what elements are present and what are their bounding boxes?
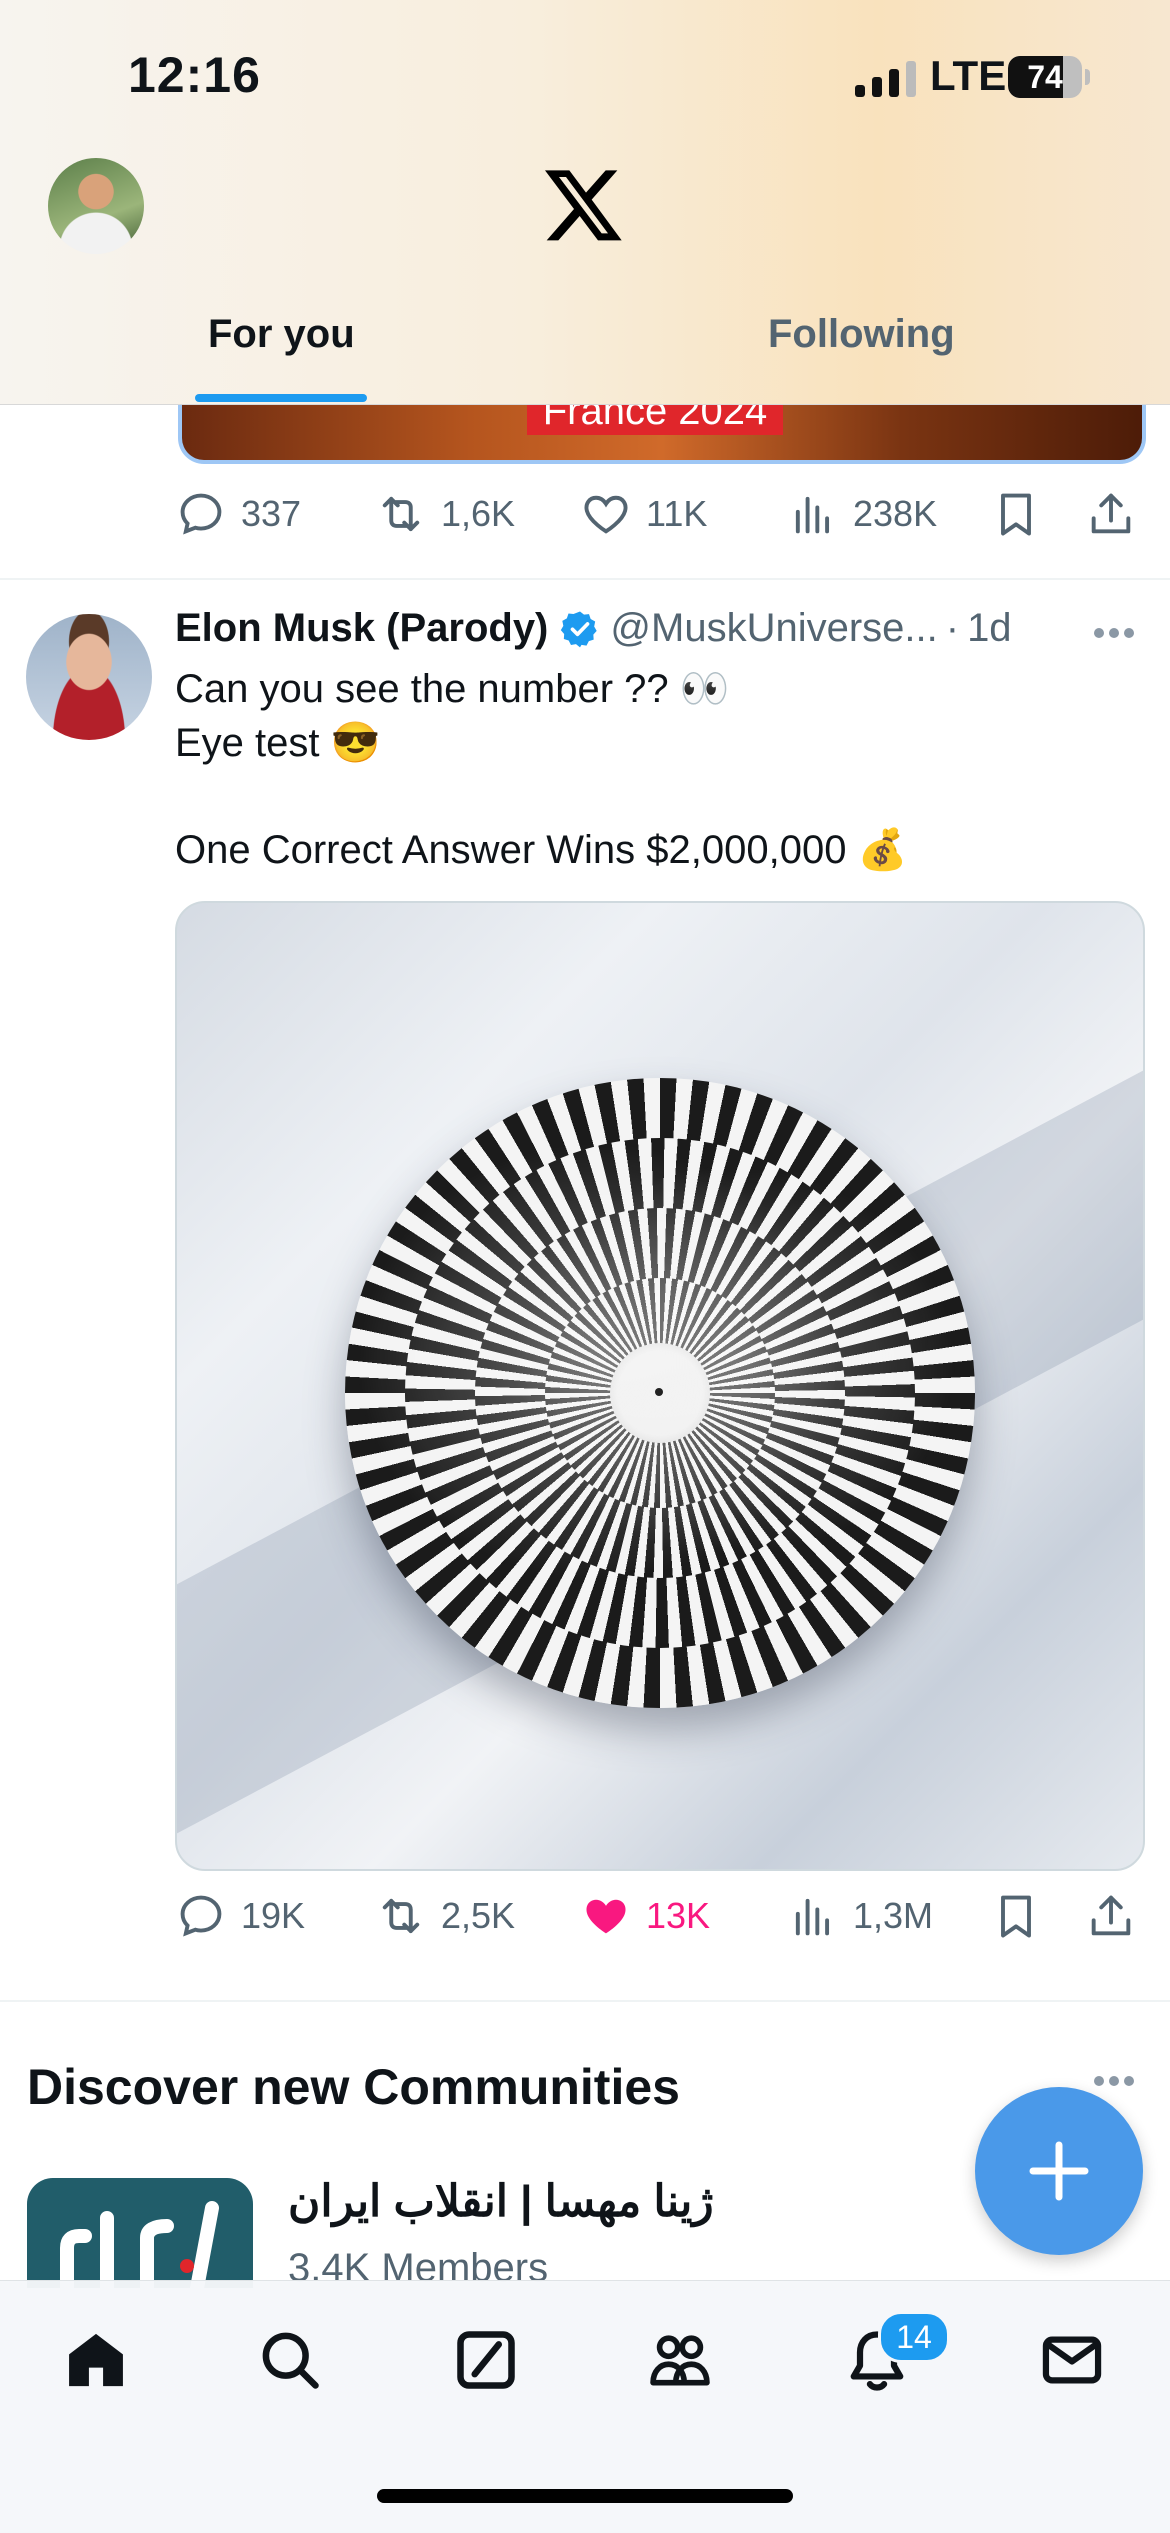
messages-icon[interactable] [1038, 2326, 1106, 2394]
reply-button[interactable]: 337 [175, 484, 301, 544]
x-logo-icon[interactable] [545, 170, 625, 244]
battery-level: 74 [1027, 59, 1063, 95]
home-icon[interactable] [62, 2326, 130, 2394]
author-handle[interactable]: @MuskUniverse... [610, 606, 937, 651]
tweet-text-line: Can you see the number ?? 👀 [175, 667, 730, 711]
reply-count: 19K [241, 1895, 306, 1936]
tweet-text-line: Eye test 😎 [175, 721, 381, 765]
home-indicator [377, 2489, 793, 2503]
tweet-actions: 19K 2,5K 13K 1,3M [175, 1886, 1140, 1946]
more-options-icon[interactable] [1092, 2074, 1136, 2088]
tweet-author-avatar[interactable] [26, 614, 152, 740]
battery-icon: 74 [1008, 56, 1090, 98]
grok-icon[interactable] [452, 2326, 520, 2394]
more-options-icon[interactable] [1092, 626, 1136, 640]
status-time: 12:16 [128, 47, 261, 103]
views-icon [795, 1898, 830, 1936]
repost-icon [382, 496, 420, 532]
repost-icon [382, 1898, 420, 1934]
optical-illusion-disc [345, 1078, 975, 1708]
profile-avatar[interactable] [48, 158, 144, 254]
media-caption: France 2024 [527, 405, 783, 435]
communities-icon[interactable] [646, 2326, 714, 2394]
reply-count: 337 [241, 493, 302, 534]
verified-badge-icon [561, 611, 598, 647]
bookmark-icon [1001, 1895, 1031, 1938]
share-button[interactable] [1085, 484, 1151, 544]
notification-badge: 14 [878, 2311, 950, 2363]
bookmark-button[interactable] [990, 484, 1056, 544]
reply-icon [180, 1895, 222, 1937]
prev-tweet-actions: 337 1,6K 11K 238K [175, 484, 1140, 544]
separator-dot: · [945, 606, 960, 650]
active-tab-indicator [195, 394, 367, 402]
plus-icon [1029, 2141, 1089, 2201]
views-button[interactable]: 238K [787, 484, 937, 544]
repost-button[interactable]: 1,6K [375, 484, 515, 544]
like-button[interactable]: 11K [580, 484, 707, 544]
repost-count: 2,5K [441, 1895, 516, 1936]
community-name[interactable]: ژینا مهسا | انقلاب ایران [288, 2176, 714, 2227]
tab-for-you[interactable]: For you [208, 312, 355, 357]
like-count: 11K [646, 493, 708, 534]
like-button[interactable]: 13K [580, 1886, 710, 1946]
tab-following[interactable]: Following [768, 312, 955, 357]
reply-icon [180, 493, 222, 535]
heart-filled-icon [586, 1899, 626, 1934]
tweet-timestamp[interactable]: 1d [967, 606, 1012, 651]
discover-communities-title: Discover new Communities [27, 2059, 680, 2115]
share-icon [1091, 493, 1131, 534]
search-icon[interactable] [256, 2326, 324, 2394]
bookmark-button[interactable] [990, 1886, 1056, 1946]
tweet-text-line: One Correct Answer Wins $2,000,000 💰 [175, 828, 908, 872]
tweet-header: Elon Musk (Parody) @MuskUniverse... · 1d [175, 606, 1012, 651]
views-count: 1,3M [853, 1895, 934, 1936]
heart-icon [584, 495, 628, 534]
divider [0, 2000, 1170, 2002]
bottom-navigation: 14 [0, 2280, 1170, 2533]
repost-count: 1,6K [441, 493, 516, 534]
views-icon [795, 496, 830, 534]
bookmark-icon [1001, 493, 1031, 536]
signal-icon [855, 61, 916, 97]
share-button[interactable] [1085, 1886, 1151, 1946]
tweet-image[interactable] [175, 901, 1145, 1871]
author-name[interactable]: Elon Musk (Parody) [175, 606, 548, 651]
compose-post-button[interactable] [975, 2087, 1143, 2255]
previous-tweet-media[interactable]: France 2024 [178, 405, 1146, 464]
divider [0, 578, 1170, 580]
community-logo [60, 2201, 219, 2288]
community-thumbnail[interactable] [27, 2178, 253, 2288]
views-button[interactable]: 1,3M [787, 1886, 933, 1946]
network-type: LTE [930, 52, 1007, 99]
like-count: 13K [646, 1895, 711, 1936]
reply-button[interactable]: 19K [175, 1886, 305, 1946]
top-header: 12:16 LTE 74 For you Following [0, 0, 1170, 405]
repost-button[interactable]: 2,5K [375, 1886, 515, 1946]
views-count: 238K [853, 493, 938, 534]
share-icon [1091, 1895, 1131, 1936]
